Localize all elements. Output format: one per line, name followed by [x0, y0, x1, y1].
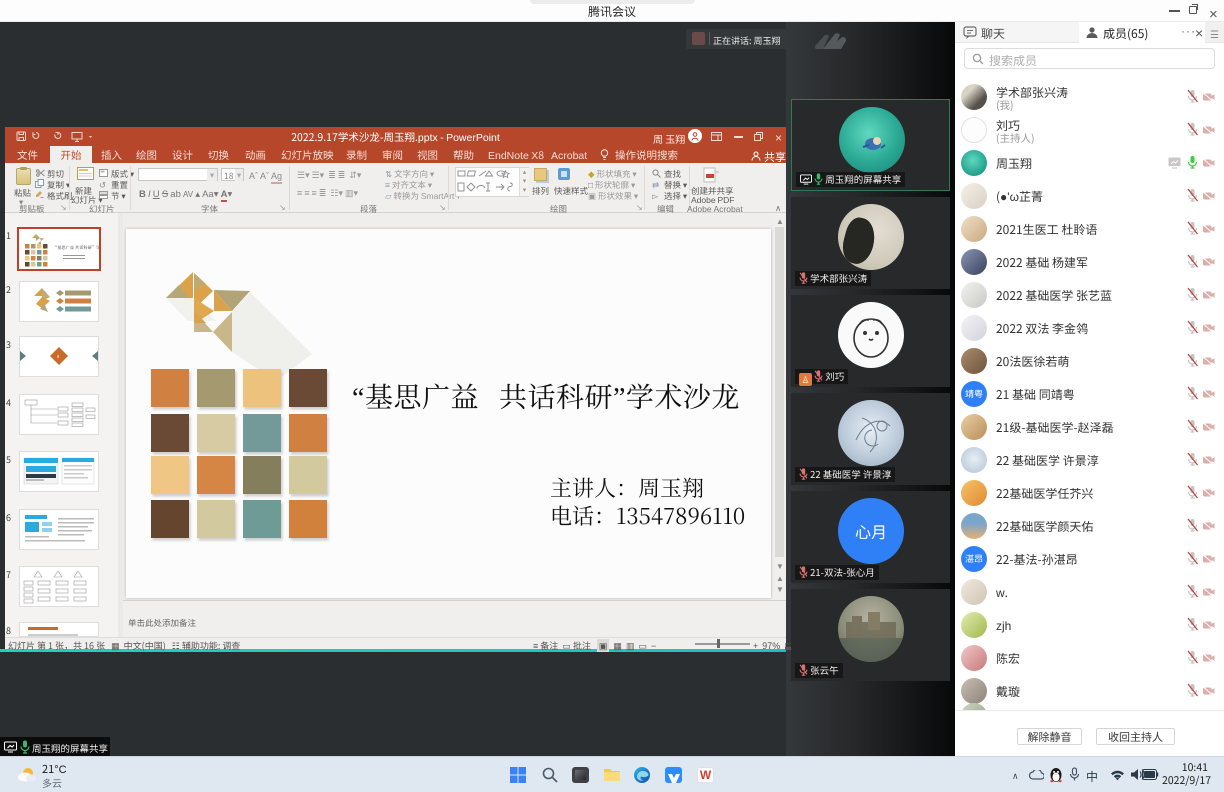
svg-text:“基思广益 共话科研”学术沙龙: “基思广益 共话科研”学术沙龙 — [53, 245, 99, 251]
